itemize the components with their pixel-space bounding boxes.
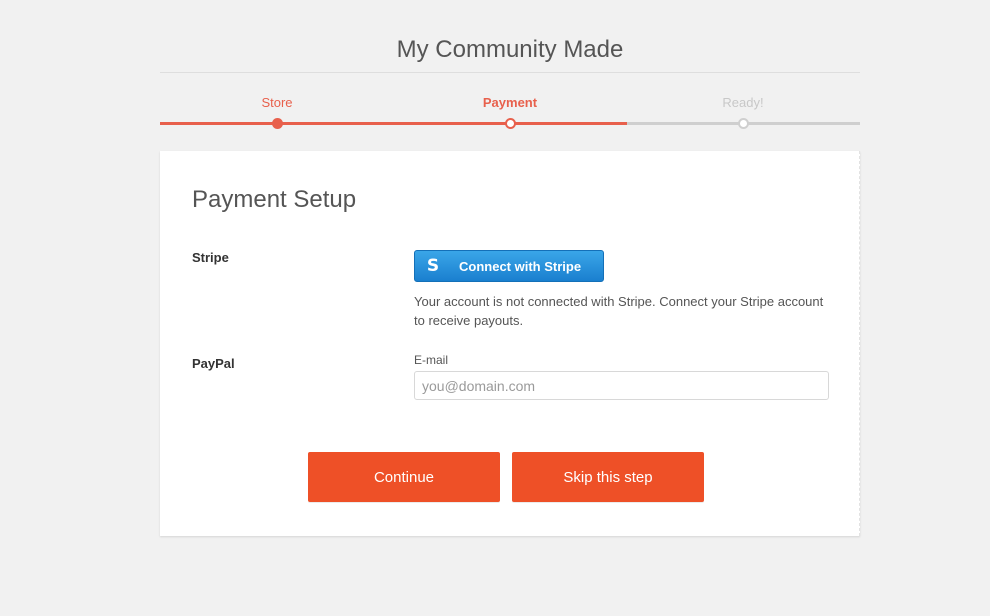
- step-label-ready: Ready!: [722, 95, 764, 110]
- connect-stripe-label: Connect with Stripe: [459, 258, 582, 274]
- payment-setup-card: Payment Setup Stripe S Connect with Stri…: [160, 151, 860, 536]
- page-title: My Community Made: [396, 36, 624, 63]
- title-divider: [160, 72, 860, 73]
- email-label: E-mail: [414, 353, 449, 367]
- paypal-label: PayPal: [192, 356, 235, 371]
- connect-stripe-button[interactable]: S Connect with Stripe: [414, 250, 604, 282]
- progress-track-complete: [160, 122, 627, 125]
- paypal-email-input[interactable]: [414, 371, 829, 400]
- stripe-help-text: Your account is not connected with Strip…: [414, 294, 824, 328]
- stripe-logo-icon: S: [426, 256, 440, 276]
- step-label-payment: Payment: [482, 95, 538, 110]
- step-dot-store: [271, 118, 283, 129]
- step-dot-ready: [737, 118, 749, 129]
- card-title: Payment Setup: [192, 186, 357, 213]
- step-label-store: Store: [261, 95, 293, 110]
- step-dot-payment: [504, 118, 516, 129]
- stripe-label: Stripe: [192, 250, 229, 265]
- progress-steps: Store Payment Ready!: [160, 92, 860, 132]
- continue-button[interactable]: Continue: [308, 452, 500, 502]
- skip-step-button[interactable]: Skip this step: [512, 452, 704, 502]
